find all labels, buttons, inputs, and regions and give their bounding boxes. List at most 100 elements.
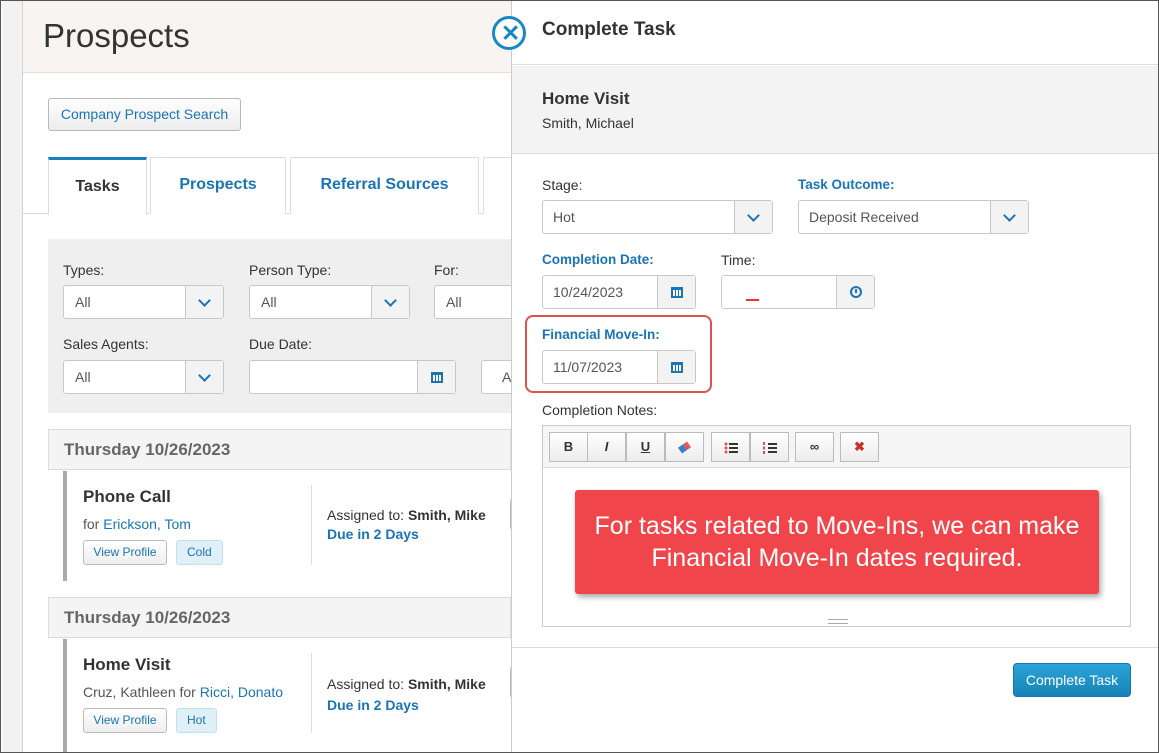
assigned-name: Smith, Mike	[407, 676, 486, 692]
complete-task-button[interactable]: Complete Task	[1013, 663, 1131, 697]
types-value: All	[75, 294, 91, 310]
completion-date-label: Completion Date:	[542, 252, 654, 267]
italic-button[interactable]: I	[587, 432, 626, 462]
task-for: Cruz, Kathleen for Ricci, Donato	[83, 684, 283, 700]
panel-footer-divider	[512, 647, 1158, 648]
due-label: Due in 2 Days	[327, 526, 419, 542]
for-select[interactable]: All	[434, 285, 511, 319]
link-icon: ∞	[809, 439, 820, 454]
bullet-list-button[interactable]	[711, 432, 750, 462]
due-date-input[interactable]	[249, 360, 456, 394]
for-value: All	[446, 294, 462, 310]
numbered-list-button[interactable]	[750, 432, 789, 462]
input-error-mark	[746, 299, 759, 301]
tab-prospects[interactable]: Prospects	[150, 157, 286, 214]
underline-button[interactable]: U	[626, 432, 665, 462]
completion-notes-label: Completion Notes:	[542, 402, 658, 418]
view-profile-button[interactable]: View Profile	[83, 540, 167, 565]
chevron-down-icon	[384, 294, 397, 307]
task-card: Home Visit Cruz, Kathleen for Ricci, Don…	[63, 639, 511, 752]
partial-filter-select[interactable]: A	[481, 360, 511, 394]
numbered-list-icon	[762, 442, 777, 454]
for-label: For:	[434, 262, 459, 278]
calendar-icon	[671, 287, 683, 298]
task-card: Phone Call for Erickson, Tom View Profil…	[63, 471, 511, 581]
prospect-link[interactable]: Erickson, Tom	[103, 516, 191, 532]
assigned-to: Assigned to: Smith, Mike	[327, 507, 486, 523]
time-label: Time:	[721, 252, 756, 268]
chevron-down-icon	[198, 294, 211, 307]
task-for-prefix: for	[83, 516, 104, 532]
assigned-to: Assigned to: Smith, Mike	[327, 676, 486, 692]
chevron-down-icon	[1003, 209, 1016, 222]
partial-filter-value: A	[502, 369, 511, 385]
task-person-prefix: Cruz, Kathleen	[83, 684, 176, 700]
person-type-select[interactable]: All	[249, 285, 410, 319]
chevron-down-icon	[198, 369, 211, 382]
task-summary: Home Visit Smith, Michael	[512, 66, 1158, 154]
bold-button[interactable]: B	[549, 432, 588, 462]
card-divider	[311, 485, 312, 565]
completion-date-input[interactable]: 10/24/2023	[542, 275, 696, 309]
tab-overflow[interactable]	[483, 157, 511, 214]
filter-panel: Types: All Person Type: All For: All Sal…	[48, 239, 511, 413]
insert-link-button[interactable]: ∞	[795, 432, 834, 462]
sales-agents-dropdown-button[interactable]	[185, 361, 223, 393]
task-for: for Erickson, Tom	[83, 516, 191, 532]
assigned-label: Assigned to:	[327, 676, 405, 692]
tab-tasks[interactable]: Tasks	[48, 157, 147, 215]
task-outcome-value: Deposit Received	[809, 209, 919, 225]
assigned-label: Assigned to:	[327, 507, 405, 523]
task-title: Home Visit	[83, 655, 171, 674]
time-picker-button[interactable]	[836, 276, 874, 308]
assigned-name: Smith, Mike	[407, 507, 486, 523]
eraser-icon	[677, 441, 692, 454]
time-input[interactable]	[721, 275, 875, 309]
tab-referral-sources[interactable]: Referral Sources	[290, 157, 479, 214]
person-type-label: Person Type:	[249, 262, 332, 278]
annotation-callout: For tasks related to Move-Ins, we can ma…	[575, 490, 1099, 594]
sales-agents-select[interactable]: All	[63, 360, 224, 394]
summary-person: Smith, Michael	[542, 115, 634, 131]
task-outcome-select[interactable]: Deposit Received	[798, 200, 1029, 234]
due-date-label: Due Date:	[249, 336, 313, 352]
left-gutter	[2, 1, 23, 752]
summary-title: Home Visit	[542, 89, 630, 108]
bullet-list-icon	[724, 442, 738, 454]
stage-select[interactable]: Hot	[542, 200, 773, 234]
sales-agents-value: All	[75, 369, 91, 385]
close-icon: ✕	[501, 20, 521, 46]
person-type-dropdown-button[interactable]	[371, 286, 409, 318]
completion-date-value: 10/24/2023	[553, 284, 624, 300]
task-outcome-dropdown-button[interactable]	[990, 201, 1028, 233]
prospect-link[interactable]: Ricci, Donato	[200, 684, 283, 700]
clear-format-button[interactable]	[665, 432, 704, 462]
task-title: Phone Call	[83, 487, 171, 506]
page-header: Prospects	[23, 1, 511, 73]
chevron-down-icon	[747, 209, 760, 222]
view-profile-button[interactable]: View Profile	[83, 708, 167, 733]
page-title: Prospects	[43, 17, 190, 54]
day-group-header: Thursday 10/26/2023	[48, 429, 511, 470]
close-panel-button[interactable]: ✕	[492, 16, 526, 50]
due-date-calendar-button[interactable]	[417, 361, 455, 393]
sales-agents-label: Sales Agents:	[63, 336, 149, 352]
completion-date-calendar-button[interactable]	[657, 276, 695, 308]
task-outcome-label: Task Outcome:	[798, 177, 895, 192]
day-group-header: Thursday 10/26/2023	[48, 597, 511, 638]
editor-toolbar: B I U ∞ ✖	[543, 426, 1130, 468]
editor-resize-handle[interactable]	[828, 619, 848, 624]
calendar-icon	[431, 372, 443, 383]
status-badge: Cold	[176, 540, 223, 565]
types-label: Types:	[63, 262, 105, 278]
company-prospect-search-button[interactable]: Company Prospect Search	[48, 98, 241, 131]
types-select[interactable]: All	[63, 285, 224, 319]
types-dropdown-button[interactable]	[185, 286, 223, 318]
remove-link-button[interactable]: ✖	[840, 432, 879, 462]
stage-label: Stage:	[542, 177, 583, 193]
app-window: Prospects Company Prospect Search Tasks …	[0, 0, 1159, 753]
status-badge: Hot	[176, 708, 217, 733]
remove-icon: ✖	[854, 439, 865, 454]
clock-icon	[850, 286, 862, 298]
stage-dropdown-button[interactable]	[734, 201, 772, 233]
